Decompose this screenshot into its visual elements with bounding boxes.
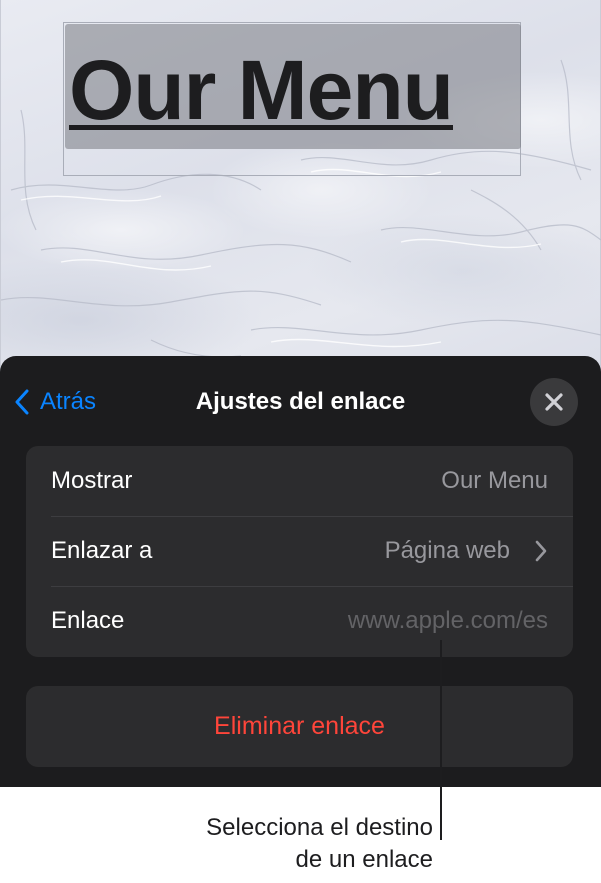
callout-line-2: de un enlace bbox=[295, 846, 433, 873]
link-url-field[interactable]: www.apple.com/es bbox=[348, 607, 548, 635]
row-label-link-to: Enlazar a bbox=[51, 537, 153, 564]
document-title[interactable]: Our Menu bbox=[69, 40, 521, 140]
link-settings-sheet: Atrás Ajustes del enlace Mostrar Our Men… bbox=[0, 356, 601, 787]
link-options-group: Mostrar Our Menu Enlazar a Página web En… bbox=[26, 446, 573, 657]
row-display-text[interactable]: Mostrar Our Menu bbox=[26, 446, 573, 516]
sheet-title: Ajustes del enlace bbox=[195, 388, 406, 415]
row-link-url[interactable]: Enlace www.apple.com/es bbox=[26, 586, 573, 656]
display-text-field[interactable]: Our Menu bbox=[441, 467, 548, 495]
row-label-display: Mostrar bbox=[51, 467, 133, 494]
link-to-value: Página web bbox=[384, 537, 510, 564]
chevron-right-icon bbox=[535, 540, 547, 562]
link-to-selector[interactable]: Página web bbox=[385, 537, 548, 565]
callout-caption: Selecciona el destino de un enlace bbox=[150, 812, 433, 876]
remove-link-label: Eliminar enlace bbox=[214, 712, 385, 740]
row-label-link: Enlace bbox=[51, 607, 125, 634]
xmark-icon bbox=[545, 393, 563, 411]
close-button[interactable] bbox=[530, 378, 578, 426]
remove-link-button[interactable]: Eliminar enlace bbox=[26, 686, 573, 767]
callout-leader-line bbox=[440, 640, 442, 840]
row-link-to[interactable]: Enlazar a Página web bbox=[26, 516, 573, 586]
callout-line-1: Selecciona el destino bbox=[206, 814, 433, 841]
document-canvas: Our Menu bbox=[0, 0, 601, 400]
